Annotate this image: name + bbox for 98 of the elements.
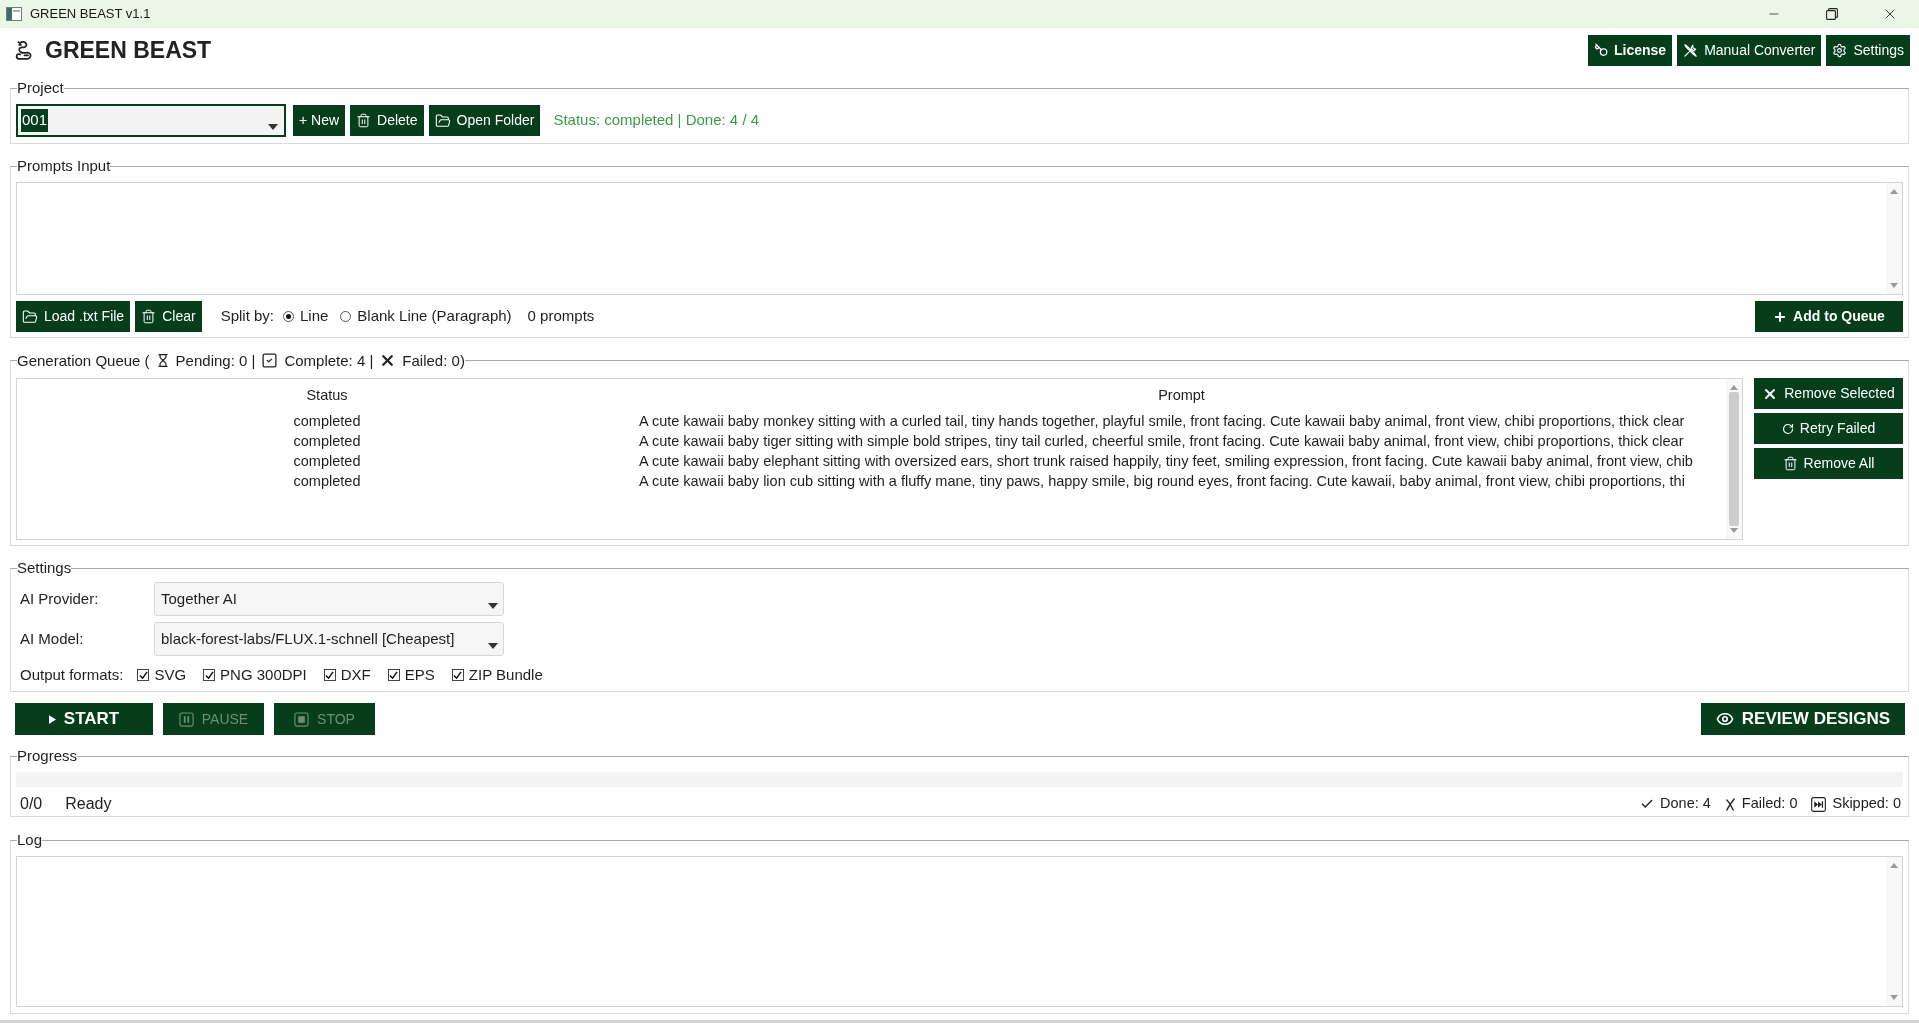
group-title: Project [17,80,64,96]
project-status: Status: completed | Done: 4 / 4 [553,110,760,131]
load-file-button[interactable]: Load .txt File [16,301,131,332]
scroll-up-arrow-icon [1730,385,1738,390]
table-cell-text: A cute kawaii baby lion cub sitting with a fluffy mane, tiny paws, happy smile, big round eyes, front facing. Cute kawaii, baby animal, front view, chibi proportions, thi [638,472,1685,492]
checkbox-icon[interactable] [451,669,464,681]
model-dropdown[interactable]: black-forest-labs/FLUX.1-schnell [Cheapest] [154,622,504,656]
checkbox-option[interactable]: EPS [387,663,435,687]
settings-button[interactable]: Settings [1826,34,1910,66]
caret-icon [488,603,498,609]
open-folder-button[interactable]: Open Folder [428,105,541,136]
progress-count: 0/0 [20,794,43,814]
radio-icon[interactable] [340,311,352,322]
provider-dropdown[interactable]: Together AI [154,582,504,616]
trash-icon [141,309,157,324]
retry-failed-button[interactable]: Retry Failed [1754,413,1903,444]
scrollbar-thumb[interactable] [1729,392,1739,526]
folder-icon [434,112,451,129]
progress-stat: Skipped: 0 [1832,794,1901,814]
restore-icon [1826,8,1838,20]
eye-icon [1715,710,1734,728]
checkbox-icon[interactable] [137,669,150,681]
radio-option[interactable]: Blank Line (Paragraph) [340,305,512,328]
checkbox-option[interactable]: ZIP Bundle [451,663,543,687]
app-title: GREEN BEAST [45,35,212,65]
scrollbar[interactable] [1886,183,1902,294]
manual-converter-button[interactable]: Manual Converter [1677,34,1822,66]
checkbox-option[interactable]: DXF [323,663,371,687]
scroll-up-arrow-icon [1890,189,1898,194]
table-cell-text: completed [292,452,362,472]
remove-all-button[interactable]: Remove All [1754,448,1903,479]
delete-button[interactable]: Delete [350,105,424,136]
progress-status: Ready [65,794,112,814]
plus-icon [1773,309,1788,324]
group-title: Settings [17,560,72,576]
remove-selected-button[interactable]: Remove Selected [1754,378,1903,409]
group-title: Prompts Input [17,158,111,174]
review-designs-button[interactable]: REVIEW DESIGNS [1701,703,1905,735]
table-cell-text: A cute kawaii baby monkey sitting with a curled tail, tiny hands together, playful smile, front facing. Cute kawaii baby animal, front view, chibi proportions, thick clear [638,412,1685,432]
clear-button[interactable]: Clear [135,301,202,332]
tools-icon [1683,42,1699,58]
queue-counter: Complete: 4 | [284,352,374,369]
queue-counter: Pending: 0 | [175,352,256,369]
gear-icon [1832,42,1848,58]
new-button[interactable]: + New [293,105,346,136]
scroll-down-arrow-icon [1890,283,1898,288]
scroll-up-arrow-icon [1890,863,1898,868]
split-label: Split by: [220,306,274,327]
table-cell-text: completed [292,432,362,452]
field-label: AI Model: [19,628,85,649]
trash-icon [1782,456,1798,471]
prompt-count: 0 prompts [527,306,595,327]
play-icon [48,714,56,724]
license-button[interactable]: License [1588,34,1673,66]
group-title: Generation Queue ( [17,352,150,369]
table-cell-text: A cute kawaii baby elephant sitting with oversized ears, short trunk raised happily, tiny feet, smiling expression, front facing. Cute kawaii baby animal, front view, chib [638,452,1693,472]
column-header: Status [305,385,349,405]
folder-icon [22,308,38,325]
project-dropdown[interactable]: 001 [16,104,286,137]
checkbox-option[interactable]: SVG [137,663,187,687]
column-header: Prompt [1157,385,1206,405]
checkbox-option[interactable]: PNG 300DPI [203,663,307,687]
table-cell-text: A cute kawaii baby tiger sitting with simple bold stripes, tiny tail curled, cheerful smile, front facing. Cute kawaii baby animal, front view, chibi proportions, thick clear [638,432,1684,452]
start-button[interactable]: START [15,703,153,735]
caret-icon [268,124,278,130]
table-cell-text: completed [292,412,362,432]
window-title: GREEN BEAST v1.1 [30,5,151,24]
hourglass-icon [155,353,170,368]
stop-icon [294,711,310,727]
radio-icon[interactable] [283,311,294,322]
group-title: Progress [17,748,78,764]
pause-icon [178,711,194,727]
scroll-down-arrow-icon [1890,995,1898,1000]
skip-icon [1811,796,1827,812]
selected-text: 001 [21,109,49,132]
progress-stat: Done: 4 [1660,794,1711,814]
caret-icon [488,643,498,649]
app-icon [6,7,22,21]
checkbox-icon[interactable] [203,669,216,681]
queue-counter: Failed: 0) [402,352,465,369]
scrollbar[interactable] [1726,379,1742,539]
checkbox-icon[interactable] [323,669,336,681]
check-icon [1640,797,1655,811]
group-title: Log [17,832,43,848]
scroll-down-arrow-icon [1730,528,1738,533]
circular-arrow-icon [1781,422,1794,435]
table-cell-text: completed [292,472,362,492]
checkbox-icon[interactable] [387,669,400,681]
field-label: AI Provider: [19,588,100,609]
key-icon [1594,43,1608,57]
add-to-queue-button[interactable]: Add to Queue [1755,301,1903,332]
checkbox-icon [261,352,279,369]
radio-option[interactable]: Line [283,305,329,328]
scrollbar[interactable] [1886,857,1902,1006]
trash-icon [356,113,372,128]
progress-stat: Failed: 0 [1741,794,1798,814]
field-label: Output formats: [20,664,124,685]
cross-icon [1724,797,1736,811]
